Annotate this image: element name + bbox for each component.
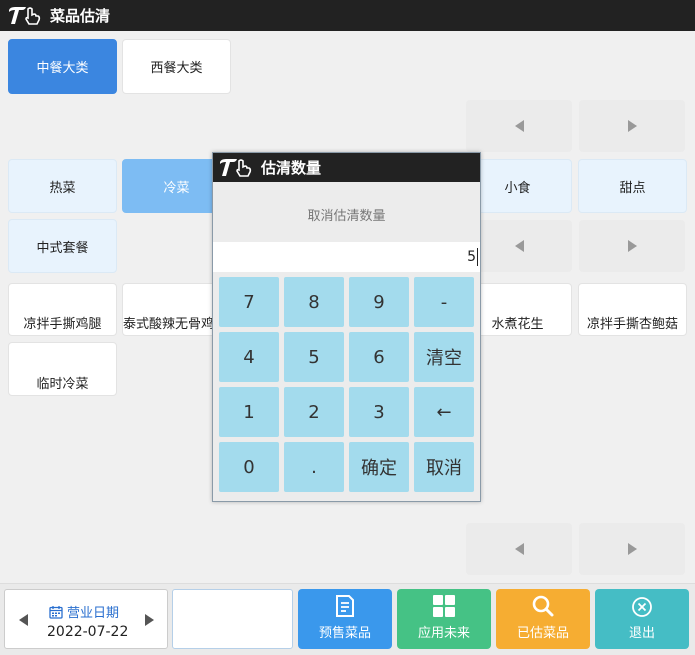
exit-button[interactable]: 退出 bbox=[595, 589, 689, 649]
key-6[interactable]: 6 bbox=[349, 332, 409, 382]
subcategory-prev-button[interactable] bbox=[466, 220, 572, 272]
category-western[interactable]: 西餐大类 bbox=[122, 39, 231, 94]
arrow-left-icon bbox=[514, 543, 524, 555]
app-logo-icon bbox=[219, 158, 257, 178]
search-icon bbox=[532, 595, 554, 617]
close-circle-icon bbox=[632, 597, 652, 617]
apply-future-label: 应用未来 bbox=[417, 626, 470, 641]
subcategory-next-button[interactable] bbox=[579, 220, 685, 272]
dialog-title-bar: 估清数量 bbox=[213, 153, 480, 182]
key-backspace[interactable]: ← bbox=[414, 387, 474, 437]
key-confirm[interactable]: 确定 bbox=[349, 442, 409, 492]
quantity-dialog: 估清数量 取消估清数量 5 7 8 9 - 4 5 6 清空 1 2 3 ← 0… bbox=[212, 152, 481, 502]
key-minus[interactable]: - bbox=[414, 277, 474, 327]
dish-item[interactable]: 临时冷菜 bbox=[8, 342, 117, 396]
presale-dishes-button[interactable]: 预售菜品 bbox=[298, 589, 392, 649]
key-5[interactable]: 5 bbox=[284, 332, 344, 382]
grid-icon bbox=[433, 595, 455, 617]
calendar-icon bbox=[49, 605, 63, 619]
document-icon bbox=[336, 595, 354, 617]
dish-item[interactable]: 凉拌手撕杏鲍菇 bbox=[578, 283, 687, 336]
text-caret bbox=[477, 248, 478, 266]
key-clear[interactable]: 清空 bbox=[414, 332, 474, 382]
arrow-left-icon bbox=[514, 240, 524, 252]
business-date-value: 2022-07-22 bbox=[47, 624, 129, 640]
key-4[interactable]: 4 bbox=[219, 332, 279, 382]
category-next-button[interactable] bbox=[579, 100, 685, 152]
dish-next-button[interactable] bbox=[579, 523, 685, 575]
app-logo-icon bbox=[8, 6, 46, 26]
key-0[interactable]: 0 bbox=[219, 442, 279, 492]
key-1[interactable]: 1 bbox=[219, 387, 279, 437]
quantity-input[interactable]: 5 bbox=[213, 242, 480, 272]
key-7[interactable]: 7 bbox=[219, 277, 279, 327]
category-chinese[interactable]: 中餐大类 bbox=[8, 39, 117, 94]
app-title: 菜品估清 bbox=[50, 7, 111, 25]
cleared-dishes-label: 已估菜品 bbox=[516, 626, 569, 641]
key-2[interactable]: 2 bbox=[284, 387, 344, 437]
blank-input-field[interactable] bbox=[172, 589, 293, 649]
category-prev-button[interactable] bbox=[466, 100, 572, 152]
dish-prev-button[interactable] bbox=[466, 523, 572, 575]
subcategory-chinese-set[interactable]: 中式套餐 bbox=[8, 219, 117, 273]
title-bar: 菜品估清 bbox=[0, 0, 695, 31]
arrow-left-icon bbox=[514, 120, 524, 132]
dialog-title: 估清数量 bbox=[261, 159, 322, 177]
business-date-label: 营业日期 bbox=[49, 602, 119, 621]
apply-future-button[interactable]: 应用未来 bbox=[397, 589, 491, 649]
quantity-input-value: 5 bbox=[467, 249, 476, 265]
subcategory-hot[interactable]: 热菜 bbox=[8, 159, 117, 213]
presale-dishes-label: 预售菜品 bbox=[318, 626, 371, 641]
arrow-right-icon bbox=[145, 614, 154, 626]
arrow-right-icon bbox=[627, 543, 637, 555]
business-date-picker: 营业日期 2022-07-22 bbox=[4, 589, 168, 649]
key-9[interactable]: 9 bbox=[349, 277, 409, 327]
dialog-subtitle: 取消估清数量 bbox=[307, 209, 386, 224]
dish-item[interactable]: 凉拌手撕鸡腿 bbox=[8, 283, 117, 336]
business-date-label-text: 营业日期 bbox=[67, 606, 120, 621]
arrow-right-icon bbox=[627, 120, 637, 132]
arrow-left-icon bbox=[19, 614, 28, 626]
exit-label: 退出 bbox=[628, 626, 655, 641]
key-cancel[interactable]: 取消 bbox=[414, 442, 474, 492]
subcategory-dessert[interactable]: 甜点 bbox=[578, 159, 687, 213]
cleared-dishes-button[interactable]: 已估菜品 bbox=[496, 589, 590, 649]
date-prev-button[interactable] bbox=[19, 614, 28, 626]
key-3[interactable]: 3 bbox=[349, 387, 409, 437]
key-8[interactable]: 8 bbox=[284, 277, 344, 327]
key-dot[interactable]: . bbox=[284, 442, 344, 492]
arrow-right-icon bbox=[627, 240, 637, 252]
date-next-button[interactable] bbox=[145, 614, 154, 626]
